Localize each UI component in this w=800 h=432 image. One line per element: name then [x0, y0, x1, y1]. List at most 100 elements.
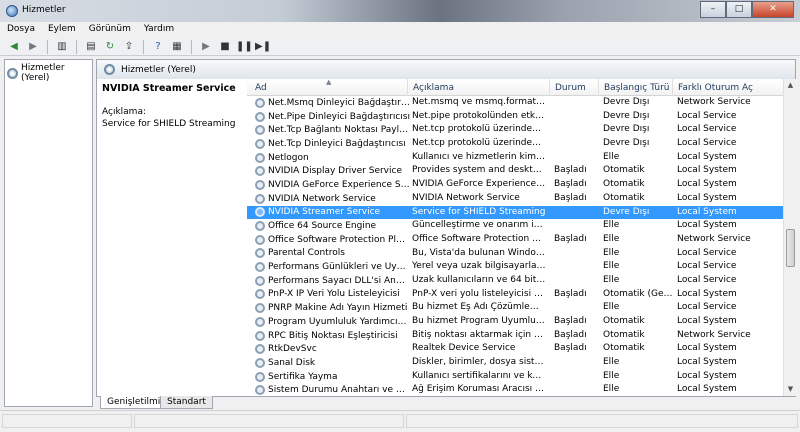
scroll-thumb[interactable]	[786, 229, 795, 267]
service-description: Realtek Device Service	[412, 343, 516, 354]
service-row[interactable]: Netlogon Kullanıcı ve hizmetlerin kimlik …	[247, 151, 783, 165]
view-icon[interactable]: ▦	[169, 39, 185, 54]
menu-dosya[interactable]: Dosya	[0, 22, 41, 38]
column-header-status[interactable]: Durum	[549, 79, 598, 96]
service-startup-type: Devre Dışı	[603, 110, 650, 121]
service-name: NVIDIA GeForce Experience Service	[268, 179, 410, 190]
service-row[interactable]: PNRP Makine Adı Yayın Hizmeti Bu hizmet E…	[247, 301, 783, 315]
service-startup-type: Otomatik	[603, 165, 645, 176]
service-log-on-as: Local System	[677, 370, 737, 381]
column-headers: ▲ Ad Açıklama Durum Başlangıç Türü Farkl…	[247, 79, 783, 96]
gear-icon	[255, 152, 265, 163]
help-icon[interactable]: ?	[150, 39, 166, 54]
column-header-startup-type[interactable]: Başlangıç Türü	[598, 79, 672, 96]
service-name-cell: Sertifika Yayma	[255, 370, 410, 384]
service-name-cell: NVIDIA Display Driver Service	[255, 164, 410, 178]
service-log-on-as: Local System	[677, 165, 737, 176]
show-hide-tree-icon[interactable]: ▥	[54, 39, 70, 54]
refresh-icon[interactable]: ↻	[102, 39, 118, 54]
service-row[interactable]: Office 64 Source Engine Güncelleştirme ve…	[247, 219, 783, 233]
minimize-button[interactable]: –	[700, 1, 726, 18]
tree-item-services-local[interactable]: Hizmetler (Yerel)	[7, 63, 92, 83]
service-name-cell: Net.Msmq Dinleyici Bağdaştırıcısı	[255, 96, 410, 110]
service-row[interactable]: RPC Bitiş Noktası Eşleştiricisi Bitiş nok…	[247, 329, 783, 343]
maximize-button[interactable]: □	[726, 1, 752, 18]
service-row[interactable]: Net.Tcp Dinleyici Bağdaştırıcısı Net.tcp …	[247, 137, 783, 151]
service-status: Başladı	[554, 288, 587, 299]
service-name: Program Uyumluluk Yardımcısı Hi...	[268, 316, 410, 327]
close-button[interactable]: ✕	[752, 1, 794, 18]
stop-service-icon[interactable]: ■	[217, 39, 233, 54]
scroll-up-arrow-icon[interactable]: ▲	[784, 79, 797, 92]
service-row[interactable]: Sertifika Yayma Kullanıcı sertifikalarını…	[247, 370, 783, 384]
service-row[interactable]: Net.Tcp Bağlantı Noktası Paylaştır...Net…	[247, 123, 783, 137]
service-row[interactable]: Parental Controls Bu, Vista'da bulunan Wi…	[247, 247, 783, 261]
service-startup-type: Otomatik	[603, 316, 645, 326]
service-startup-type: Otomatik	[603, 343, 645, 354]
back-arrow-icon[interactable]: ◀	[6, 39, 22, 54]
scroll-down-arrow-icon[interactable]: ▼	[784, 383, 797, 396]
menu-gorunum[interactable]: Görünüm	[82, 22, 137, 38]
gear-icon	[255, 234, 265, 245]
service-startup-type: Elle	[603, 274, 620, 285]
service-row[interactable]: PnP-X IP Veri Yolu Listeleyicisi PnP-X ve…	[247, 288, 783, 302]
vertical-scrollbar[interactable]: ▲ ▼	[783, 79, 796, 396]
column-header-label: Ad	[255, 83, 267, 93]
description-text: Service for SHIELD Streaming	[102, 119, 236, 129]
service-row[interactable]: Net.Msmq Dinleyici Bağdaştırıcısı Net.msm…	[247, 96, 783, 110]
gear-icon	[255, 193, 265, 204]
forward-arrow-icon[interactable]: ▶	[25, 39, 41, 54]
service-row[interactable]: Sistem Durumu Anahtarı ve Sertifi...Ağ E…	[247, 383, 783, 396]
service-startup-type: Elle	[603, 151, 620, 162]
restart-service-icon[interactable]: ▶❚	[255, 39, 271, 54]
service-name-cell: Office 64 Source Engine	[255, 219, 410, 233]
window-title: Hizmetler	[22, 5, 66, 15]
service-row[interactable]: NVIDIA Network Service NVIDIA Network Ser…	[247, 192, 783, 206]
service-row[interactable]: Performans Günlükleri ve Uyarıları Yerel …	[247, 260, 783, 274]
service-row[interactable]: NVIDIA Display Driver Service Provides sy…	[247, 164, 783, 178]
tab-standard[interactable]: Standart	[160, 396, 213, 409]
service-row[interactable]: Program Uyumluluk Yardımcısı Hi... Bu hiz…	[247, 315, 783, 329]
service-startup-type: Otomatik	[603, 179, 645, 190]
column-header-name[interactable]: ▲ Ad	[247, 79, 407, 96]
service-name: Office 64 Source Engine	[268, 221, 377, 232]
services-list: ▲ Ad Açıklama Durum Başlangıç Türü Farkl…	[247, 79, 783, 396]
column-header-description[interactable]: Açıklama	[407, 79, 549, 96]
service-row[interactable]: Performans Sayacı DLL'si Ana Bilgi...Uza…	[247, 274, 783, 288]
window-controls: – □ ✕	[700, 1, 794, 18]
service-name-cell: Performans Günlükleri ve Uyarıları	[255, 260, 410, 274]
start-service-icon[interactable]: ▶	[198, 39, 214, 54]
service-description: Yerel veya uzak bilgisayarlardaki ...	[412, 261, 546, 272]
service-row[interactable]: Net.Pipe Dinleyici Bağdaştırıcısı Net.pip…	[247, 110, 783, 124]
selected-service-name: NVIDIA Streamer Service	[102, 83, 236, 94]
service-description: Service for SHIELD Streaming	[412, 206, 546, 217]
gear-icon	[255, 385, 265, 396]
service-row[interactable]: Sanal Disk Diskler, birimler, dosya siste…	[247, 356, 783, 370]
status-segment	[2, 414, 132, 428]
service-name-cell: Sistem Durumu Anahtarı ve Sertifi...	[255, 383, 410, 396]
service-name: Net.Tcp Dinleyici Bağdaştırıcısı	[268, 138, 406, 149]
properties-icon[interactable]: ▤	[83, 39, 99, 54]
service-status: Başladı	[554, 329, 587, 340]
column-header-log-on-as[interactable]: Farklı Oturum Aç	[672, 79, 783, 96]
toolbar-separator	[47, 39, 48, 54]
menu-eylem[interactable]: Eylem	[41, 22, 82, 38]
service-startup-type: Elle	[603, 384, 620, 395]
service-row[interactable]: NVIDIA Streamer Service Service for SHIEL…	[247, 205, 783, 220]
service-name-cell: Netlogon	[255, 151, 410, 165]
service-startup-type: Elle	[603, 302, 620, 313]
service-log-on-as: Local Service	[677, 261, 737, 272]
service-row[interactable]: NVIDIA GeForce Experience ServiceNVIDIA …	[247, 178, 783, 192]
service-row[interactable]: Office Software Protection PlatformOffic…	[247, 233, 783, 247]
service-startup-type: Devre Dışı	[603, 124, 650, 135]
export-list-icon[interactable]: ⇪	[121, 39, 137, 54]
pause-service-icon[interactable]: ❚❚	[236, 39, 253, 54]
menu-yardim[interactable]: Yardım	[137, 22, 180, 38]
status-segment	[406, 414, 798, 428]
service-log-on-as: Network Service	[677, 97, 751, 107]
service-log-on-as: Local Service	[677, 302, 737, 313]
service-startup-type: Devre Dışı	[603, 97, 650, 107]
service-row[interactable]: RtkDevSvc Realtek Device Service Başladı Ot…	[247, 342, 783, 356]
service-description: Ağ Erişim Koruması Aracısı (NAP)...	[412, 384, 546, 395]
service-name: RtkDevSvc	[268, 344, 317, 355]
